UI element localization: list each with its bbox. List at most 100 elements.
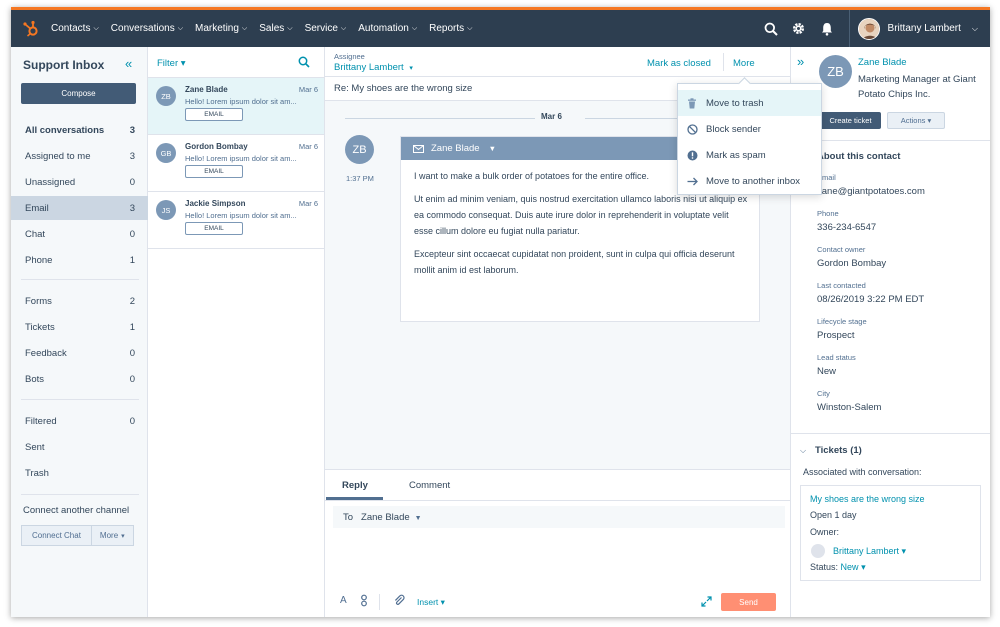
contact-name-link[interactable]: Zane Blade xyxy=(858,57,907,68)
connect-channel-label: Connect another channel xyxy=(23,505,130,516)
conversation-name: Jackie Simpson xyxy=(185,199,246,208)
tab-comment[interactable]: Comment xyxy=(409,480,450,491)
sidebar-item-assigned-to-me[interactable]: Assigned to me 3 xyxy=(11,144,148,168)
menu-item-move-to-trash[interactable]: Move to trash xyxy=(678,90,821,116)
field-label: Last contacted xyxy=(817,281,866,290)
filter-dropdown[interactable]: Filter ▾ xyxy=(157,58,186,69)
gear-icon[interactable] xyxy=(785,10,813,47)
date-divider-text: Mar 6 xyxy=(541,112,562,121)
sidebar-item-all-conversations[interactable]: All conversations 3 xyxy=(11,118,148,142)
text-format-icon[interactable]: A xyxy=(340,595,347,606)
create-ticket-button[interactable]: Create ticket xyxy=(820,112,881,129)
sidebar-item-forms[interactable]: Forms 2 xyxy=(11,289,148,313)
hubspot-logo-icon[interactable] xyxy=(11,10,51,47)
contact-job-title: Marketing Manager at Giant Potato Chips … xyxy=(858,74,976,100)
nav-sales[interactable]: Sales ⌵ xyxy=(259,23,292,34)
search-icon[interactable] xyxy=(757,10,785,47)
caret-down-icon: ▾ xyxy=(440,597,445,607)
list-item[interactable]: GB Gordon Bombay Mar 6 Hello! Lorem ipsu… xyxy=(148,135,324,192)
ticket-name-link[interactable]: My shoes are the wrong size xyxy=(810,494,925,504)
connect-chat-button[interactable]: Connect Chat xyxy=(21,525,92,546)
caret-down-icon: ▾ xyxy=(121,532,125,540)
field-value-lead-status: New xyxy=(817,366,837,377)
caret-down-icon: ▼ xyxy=(488,144,497,153)
reply-composer: Reply Comment To Zane Blade ▼ A Insert ▾ xyxy=(325,469,790,617)
menu-item-move-to-another-inbox[interactable]: Move to another inbox xyxy=(678,168,821,194)
more-dropdown-button[interactable]: More ▾ xyxy=(91,525,134,546)
sidebar-item-count: 3 xyxy=(129,150,135,162)
nav-marketing[interactable]: Marketing ⌵ xyxy=(195,23,247,34)
nav-reports[interactable]: Reports ⌵ xyxy=(429,23,472,34)
sidebar-item-bots[interactable]: Bots 0 xyxy=(11,367,148,391)
envelope-icon xyxy=(413,144,424,153)
nav-service[interactable]: Service ⌵ xyxy=(305,23,347,34)
user-name[interactable]: Brittany Lambert xyxy=(888,23,961,34)
nav-automation[interactable]: Automation ⌵ xyxy=(358,23,417,34)
sidebar-item-sent[interactable]: Sent xyxy=(11,435,148,459)
expand-panel-icon[interactable]: » xyxy=(797,54,804,69)
sidebar-item-phone[interactable]: Phone 1 xyxy=(11,248,148,272)
assignee-dropdown[interactable]: Brittany Lambert ▾ xyxy=(334,62,413,73)
compose-button[interactable]: Compose xyxy=(21,83,136,104)
sidebar-item-unassigned[interactable]: Unassigned 0 xyxy=(11,170,148,194)
message-paragraph: Ut enim ad minim veniam, quis nostrud ex… xyxy=(414,194,748,236)
app-window: Contacts ⌵ Conversations ⌵ Marketing ⌵ Sale… xyxy=(11,7,990,617)
avatar[interactable] xyxy=(857,17,880,40)
attachment-icon[interactable] xyxy=(393,594,405,609)
search-icon[interactable] xyxy=(298,56,310,71)
insert-dropdown[interactable]: Insert ▾ xyxy=(417,597,445,608)
menu-item-block-sender[interactable]: Block sender xyxy=(678,116,821,142)
ticket-status-dropdown[interactable]: New ▾ xyxy=(841,562,866,572)
message-time: 1:37 PM xyxy=(346,174,374,183)
recipient-dropdown[interactable]: Zane Blade ▼ xyxy=(361,512,422,523)
more-button[interactable]: More xyxy=(733,58,755,69)
sidebar-item-label: Chat xyxy=(25,228,46,240)
menu-item-mark-as-spam[interactable]: Mark as spam xyxy=(678,142,821,168)
nav-contacts[interactable]: Contacts ⌵ xyxy=(51,23,99,34)
more-label: More xyxy=(99,531,119,540)
send-button[interactable]: Send xyxy=(721,593,776,611)
sidebar-item-label: Assigned to me xyxy=(25,150,91,162)
sidebar-item-count: 0 xyxy=(129,228,135,240)
sidebar-item-filtered[interactable]: Filtered 0 xyxy=(11,409,148,433)
field-label: Lifecycle stage xyxy=(817,317,867,326)
recipient-row: To Zane Blade ▼ xyxy=(333,506,785,528)
tab-reply[interactable]: Reply xyxy=(342,480,368,491)
tickets-section-title[interactable]: Tickets (1) xyxy=(815,445,862,456)
conversation-date: Mar 6 xyxy=(298,85,318,94)
field-value-contact-owner: Gordon Bombay xyxy=(817,258,887,269)
chevron-down-icon[interactable]: ⌵ xyxy=(800,446,806,456)
sidebar-item-feedback[interactable]: Feedback 0 xyxy=(11,341,148,365)
avatar: ZB xyxy=(819,55,852,88)
conversation-date: Mar 6 xyxy=(298,142,318,151)
field-label: Lead status xyxy=(817,353,856,362)
assignee-label: Assignee xyxy=(334,52,365,61)
ticket-owner-name: Brittany Lambert xyxy=(833,546,900,556)
expand-icon[interactable] xyxy=(701,596,712,610)
sidebar-item-label: Sent xyxy=(25,441,45,453)
list-item[interactable]: JS Jackie Simpson Mar 6 Hello! Lorem ips… xyxy=(148,192,324,249)
sidebar-item-email[interactable]: Email 3 xyxy=(11,196,148,220)
ticket-open-duration: Open 1 day xyxy=(810,510,857,520)
sidebar-item-tickets[interactable]: Tickets 1 xyxy=(11,315,148,339)
menu-item-label: Block sender xyxy=(706,123,761,135)
bell-icon[interactable] xyxy=(813,10,841,47)
menu-item-label: Mark as spam xyxy=(706,149,766,161)
sidebar-item-count: 0 xyxy=(129,373,135,385)
mark-as-closed-button[interactable]: Mark as closed xyxy=(647,58,711,69)
chevron-down-icon[interactable]: ⌵ xyxy=(972,24,978,34)
divider-line xyxy=(345,118,535,119)
ticket-owner-dropdown[interactable]: Brittany Lambert ▾ xyxy=(833,546,906,557)
avatar xyxy=(811,544,825,558)
ticket-status-row: Status: New ▾ xyxy=(810,562,866,573)
collapse-sidebar-icon[interactable]: « xyxy=(125,56,132,71)
nav-conversations[interactable]: Conversations ⌵ xyxy=(111,23,183,34)
sidebar-item-trash[interactable]: Trash xyxy=(11,461,148,485)
sidebar-item-chat[interactable]: Chat 0 xyxy=(11,222,148,246)
field-value-phone: 336-234-6547 xyxy=(817,222,877,233)
list-item[interactable]: ZB Zane Blade Mar 6 Hello! Lorem ipsum d… xyxy=(148,78,324,135)
avatar: GB xyxy=(156,143,176,163)
personalize-icon[interactable] xyxy=(360,594,368,610)
sidebar-item-label: Phone xyxy=(25,254,53,266)
actions-dropdown-button[interactable]: Actions ▾ xyxy=(887,112,945,129)
